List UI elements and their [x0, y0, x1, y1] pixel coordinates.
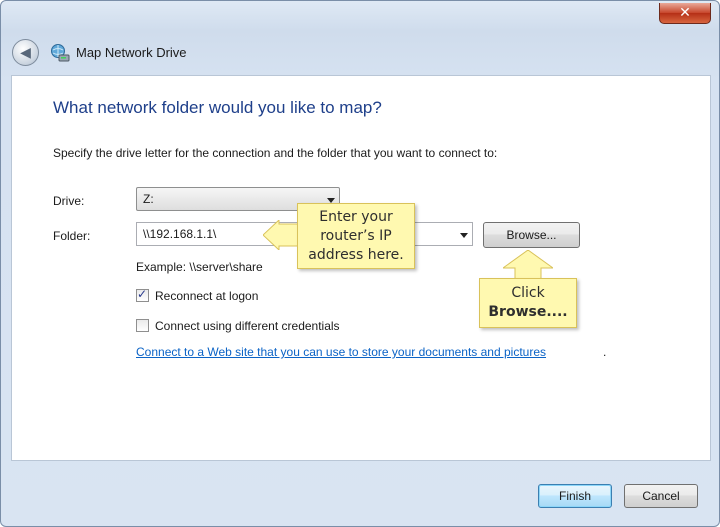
- example-text: Example: \\server\share: [136, 260, 263, 274]
- credentials-checkbox[interactable]: [136, 319, 149, 332]
- browse-button[interactable]: Browse...: [483, 222, 580, 248]
- browse-callout: Click Browse....: [479, 278, 577, 328]
- drive-label: Drive:: [53, 194, 85, 208]
- finish-button[interactable]: Finish: [538, 484, 612, 508]
- callout-arrow-up-icon: [503, 250, 553, 280]
- page-title: What network folder would you like to ma…: [53, 98, 382, 117]
- ip-callout-line3: address here.: [308, 246, 404, 263]
- reconnect-label[interactable]: Reconnect at logon: [155, 289, 258, 303]
- network-drive-icon: [51, 44, 70, 62]
- drive-select-value: Z:: [143, 192, 154, 206]
- reconnect-checkbox[interactable]: ✓: [136, 287, 149, 302]
- web-site-link[interactable]: Connect to a Web site that you can use t…: [136, 345, 546, 359]
- credentials-label[interactable]: Connect using different credentials: [155, 319, 340, 333]
- callout-arrow-left-icon: [263, 220, 299, 250]
- window-title: Map Network Drive: [76, 45, 187, 60]
- instruction-text: Specify the drive letter for the connect…: [53, 146, 498, 160]
- browse-callout-line1: Click: [511, 285, 545, 301]
- folder-input-value: \\192.168.1.1\: [143, 227, 217, 241]
- folder-dropdown-chevron-icon[interactable]: [460, 233, 468, 238]
- checkmark-icon: ✓: [137, 287, 148, 301]
- close-button[interactable]: ✕: [659, 3, 711, 24]
- back-button[interactable]: ◀: [12, 39, 39, 66]
- ip-callout-line2: router’s IP: [320, 227, 392, 244]
- link-period: .: [603, 345, 607, 359]
- back-arrow-icon: ◀: [20, 44, 31, 61]
- cancel-button[interactable]: Cancel: [624, 484, 698, 508]
- ip-callout: Enter your router’s IP address here.: [297, 203, 415, 269]
- map-network-drive-window: ✕ ◀ Map Network Drive What network folde…: [0, 0, 720, 527]
- close-icon: ✕: [679, 5, 691, 21]
- browse-callout-line2: Browse....: [488, 304, 568, 320]
- ip-callout-line1: Enter your: [319, 208, 393, 225]
- folder-label: Folder:: [53, 229, 91, 243]
